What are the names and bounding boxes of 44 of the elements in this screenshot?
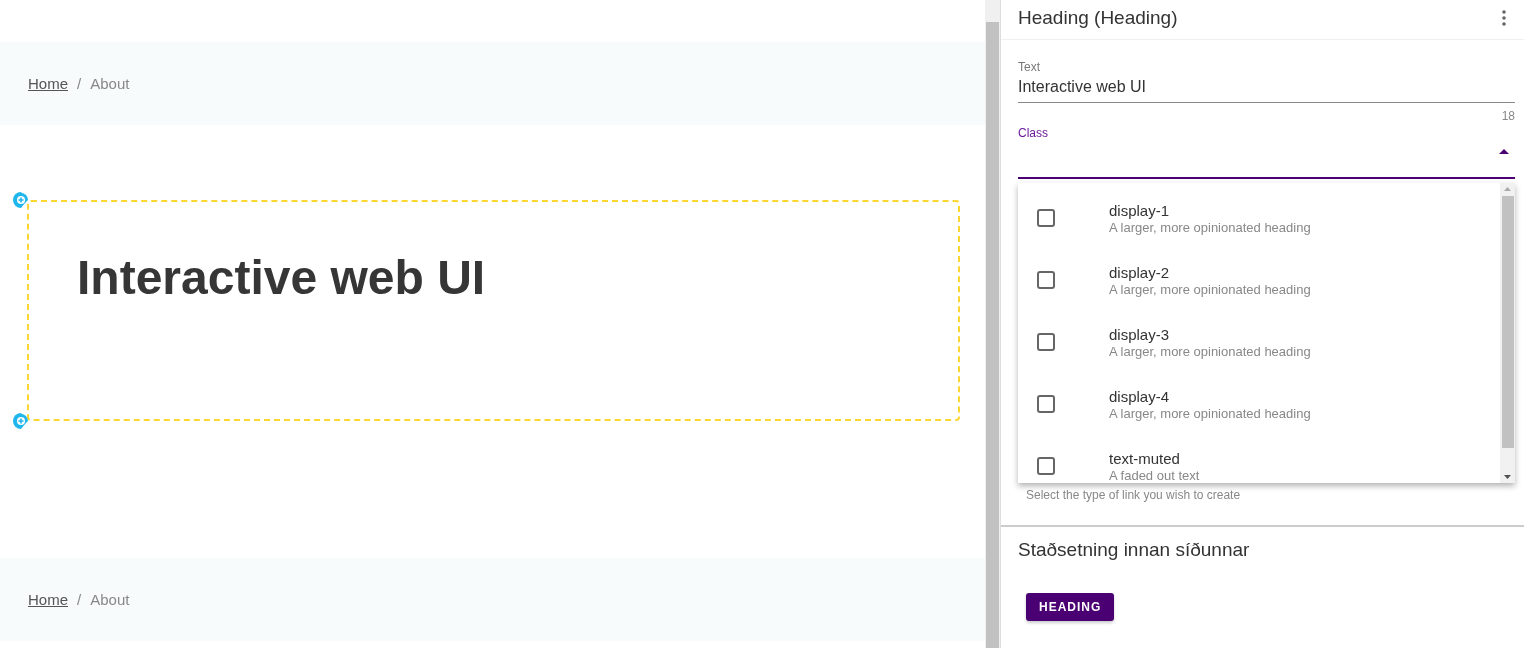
option-name: text-muted — [1109, 449, 1181, 467]
checkbox[interactable] — [1037, 457, 1055, 475]
character-counter: 18 — [1501, 109, 1515, 125]
dropdown-option[interactable]: display-2 A larger, more opinionated heading — [1018, 249, 1500, 311]
option-name: display-3 — [1109, 325, 1171, 343]
breadcrumb-separator: / — [77, 591, 82, 608]
heading-button[interactable]: HEADING — [1026, 593, 1115, 621]
breadcrumb-current: About — [90, 75, 130, 92]
checkbox[interactable] — [1037, 395, 1055, 413]
checkbox[interactable] — [1037, 209, 1055, 227]
breadcrumb-link[interactable]: Home — [28, 591, 68, 608]
dropdown-option[interactable]: display-1 A larger, more opinionated heading — [1018, 187, 1500, 249]
scrollbar[interactable] — [1500, 183, 1515, 483]
scroll-down-icon[interactable] — [1504, 475, 1511, 479]
class-select[interactable]: Class — [1018, 125, 1515, 179]
breadcrumb-current: About — [90, 591, 130, 608]
dropdown-arrow-icon[interactable] — [1499, 149, 1509, 154]
field-hint: Select the type of link you wish to create — [1026, 488, 1241, 502]
option-description: A faded out text — [1109, 467, 1200, 483]
option-description: A larger, more opinionated heading — [1109, 281, 1311, 297]
dropdown-option[interactable]: display-3 A larger, more opinionated heading — [1018, 311, 1500, 373]
checkbox[interactable] — [1037, 271, 1055, 289]
checkbox[interactable] — [1037, 333, 1055, 351]
breadcrumb-link[interactable]: Home — [28, 75, 68, 92]
page-heading: Interactive web UI — [77, 250, 486, 305]
option-description: A larger, more opinionated heading — [1109, 405, 1311, 421]
panel-title: Heading (Heading) — [1018, 6, 1178, 29]
field-label: Text — [1018, 60, 1041, 74]
scrollbar-thumb[interactable] — [986, 22, 999, 648]
breadcrumb-separator: / — [77, 75, 82, 92]
field-value: Interactive web UI — [1018, 78, 1148, 96]
scrollbar[interactable] — [985, 0, 1000, 648]
dropdown-option[interactable]: display-4 A larger, more opinionated heading — [1018, 373, 1500, 435]
section-title: Staðsetning innan síðunnar — [1018, 539, 1250, 561]
option-name: display-4 — [1109, 387, 1171, 405]
more-options-icon[interactable] — [1502, 9, 1506, 26]
text-field[interactable]: Text Interactive web UI — [1018, 60, 1515, 103]
dropdown-option[interactable]: text-muted A faded out text — [1018, 435, 1500, 483]
heading-block[interactable]: Interactive web UI — [27, 200, 960, 421]
option-name: display-1 — [1109, 201, 1171, 219]
option-description: A larger, more opinionated heading — [1109, 219, 1311, 235]
scrollbar-thumb[interactable] — [1501, 196, 1514, 448]
option-description: A larger, more opinionated heading — [1109, 343, 1311, 359]
option-name: display-2 — [1109, 263, 1171, 281]
